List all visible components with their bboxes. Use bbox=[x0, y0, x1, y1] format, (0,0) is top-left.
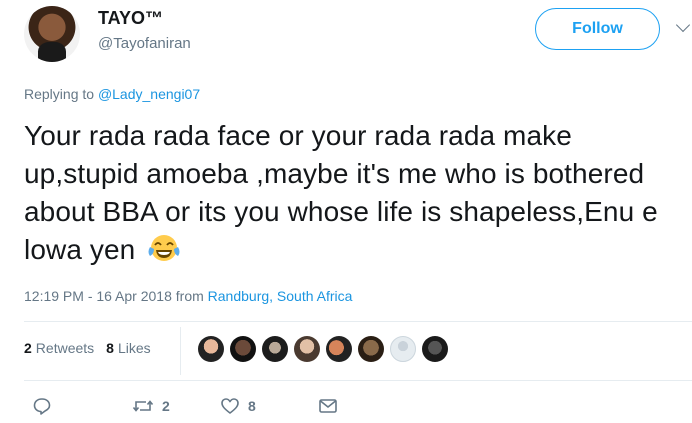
direct-message-action[interactable] bbox=[318, 396, 338, 416]
divider-top bbox=[24, 321, 692, 322]
retweets-count: 2 bbox=[24, 340, 32, 356]
follow-button[interactable]: Follow bbox=[535, 8, 660, 50]
tweet-text: Your rada rada face or your rada rada ma… bbox=[24, 117, 684, 269]
reply-mention-link[interactable]: @Lady_nengi07 bbox=[98, 86, 200, 102]
liker-avatar[interactable] bbox=[294, 336, 320, 362]
author-avatar[interactable] bbox=[24, 6, 80, 62]
tweet-timestamp[interactable]: 12:19 PM - 16 Apr 2018 bbox=[24, 288, 172, 304]
reply-action[interactable] bbox=[32, 396, 52, 416]
stats-separator bbox=[180, 327, 181, 375]
tweet-meta: 12:19 PM - 16 Apr 2018 from Randburg, So… bbox=[24, 288, 352, 304]
likes-stat[interactable]: 8 Likes bbox=[106, 340, 150, 356]
tweet-actions: 2 8 bbox=[24, 396, 337, 416]
retweet-count: 2 bbox=[162, 398, 170, 414]
liker-avatar[interactable] bbox=[262, 336, 288, 362]
liker-avatar[interactable] bbox=[390, 336, 416, 362]
author-handle[interactable]: @Tayofaniran bbox=[98, 35, 191, 52]
like-count: 8 bbox=[248, 398, 256, 414]
location-link[interactable]: Randburg, South Africa bbox=[208, 288, 353, 304]
liker-avatar[interactable] bbox=[230, 336, 256, 362]
liker-avatar[interactable] bbox=[358, 336, 384, 362]
liker-avatars bbox=[198, 336, 454, 362]
liker-avatar[interactable] bbox=[198, 336, 224, 362]
replying-to-label: Replying to bbox=[24, 86, 95, 102]
retweet-icon bbox=[132, 400, 154, 412]
chevron-down-icon[interactable] bbox=[675, 17, 691, 33]
liker-avatar[interactable] bbox=[326, 336, 352, 362]
liker-avatar[interactable] bbox=[422, 336, 448, 362]
heart-icon bbox=[221, 398, 239, 414]
retweets-label: Retweets bbox=[35, 340, 95, 356]
from-label: from bbox=[175, 288, 204, 304]
author-display-name[interactable]: TAYO™ bbox=[98, 8, 163, 29]
likes-count: 8 bbox=[106, 340, 114, 356]
reply-icon bbox=[33, 398, 51, 415]
tweet-stats: 2 Retweets 8 Likes bbox=[24, 340, 163, 356]
divider-bottom bbox=[24, 380, 692, 381]
like-action[interactable]: 8 bbox=[220, 396, 256, 416]
tweet-body: Your rada rada face or your rada rada ma… bbox=[24, 120, 658, 265]
retweet-action[interactable]: 2 bbox=[132, 396, 170, 416]
likes-label: Likes bbox=[117, 340, 151, 356]
envelope-icon bbox=[319, 399, 337, 413]
replying-to: Replying to @Lady_nengi07 bbox=[24, 86, 200, 102]
retweets-stat[interactable]: 2 Retweets bbox=[24, 340, 94, 356]
tears-of-joy-emoji-icon bbox=[148, 235, 180, 261]
